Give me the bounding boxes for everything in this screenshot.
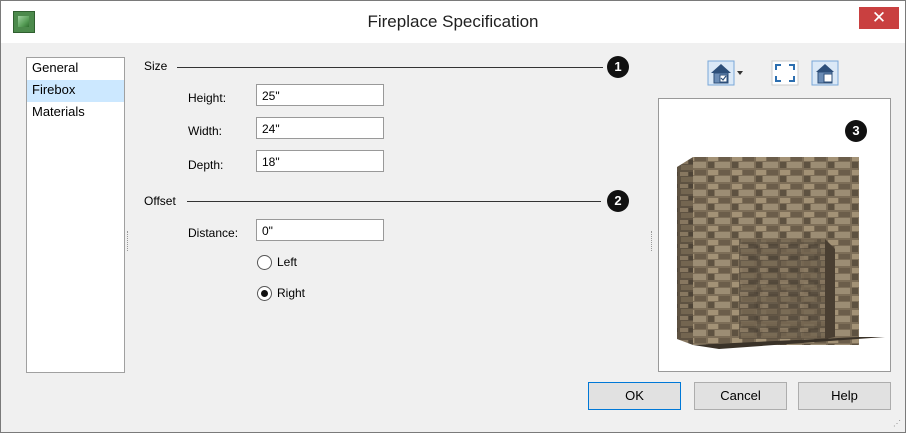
distance-label: Distance:: [188, 226, 239, 240]
view-mode-button[interactable]: [707, 60, 743, 86]
right-radio[interactable]: [257, 286, 272, 301]
offset-section-divider: [187, 201, 601, 202]
view-mode-icon: [707, 60, 743, 86]
distance-field[interactable]: 0": [256, 219, 384, 241]
window-title: Fireplace Specification: [367, 12, 539, 31]
ok-button[interactable]: OK: [588, 382, 681, 410]
dropdown-arrow-icon: [737, 71, 743, 75]
depth-label: Depth:: [188, 158, 224, 172]
left-radio[interactable]: [257, 255, 272, 270]
camera-view-button[interactable]: [811, 60, 839, 86]
width-field[interactable]: 24": [256, 117, 384, 139]
title-bar: Fireplace Specification ✕: [1, 1, 905, 43]
offset-section-label: Offset: [144, 194, 176, 208]
height-label: Height:: [188, 91, 227, 105]
cancel-button[interactable]: Cancel: [694, 382, 787, 410]
fit-view-button[interactable]: [771, 60, 799, 86]
callout-2: 2: [607, 190, 629, 212]
left-radio-label[interactable]: Left: [277, 255, 297, 269]
preview-panel: 3: [658, 98, 891, 372]
help-button[interactable]: Help: [798, 382, 891, 410]
fireplace-3d-preview: [677, 157, 885, 349]
callout-1: 1: [607, 56, 629, 78]
camera-view-icon: [811, 60, 839, 86]
right-radio-label[interactable]: Right: [277, 286, 305, 300]
category-list: General Firebox Materials: [26, 57, 125, 373]
sidebar-item-firebox[interactable]: Firebox: [27, 80, 124, 102]
splitter-handle-left[interactable]: [127, 231, 130, 251]
close-button[interactable]: ✕: [859, 7, 899, 29]
height-field[interactable]: 25": [256, 84, 384, 106]
fit-view-icon: [771, 60, 799, 86]
width-label: Width:: [188, 124, 223, 138]
resize-grip-icon[interactable]: ⋰: [893, 419, 901, 428]
sidebar-item-materials[interactable]: Materials: [27, 102, 124, 124]
size-section-label: Size: [144, 59, 168, 73]
size-section-divider: [177, 67, 603, 68]
splitter-handle-right[interactable]: [651, 231, 654, 251]
sidebar-item-general[interactable]: General: [27, 58, 124, 80]
depth-field[interactable]: 18": [256, 150, 384, 172]
fireplace-specification-dialog: Fireplace Specification ✕ General Firebo…: [0, 0, 906, 433]
